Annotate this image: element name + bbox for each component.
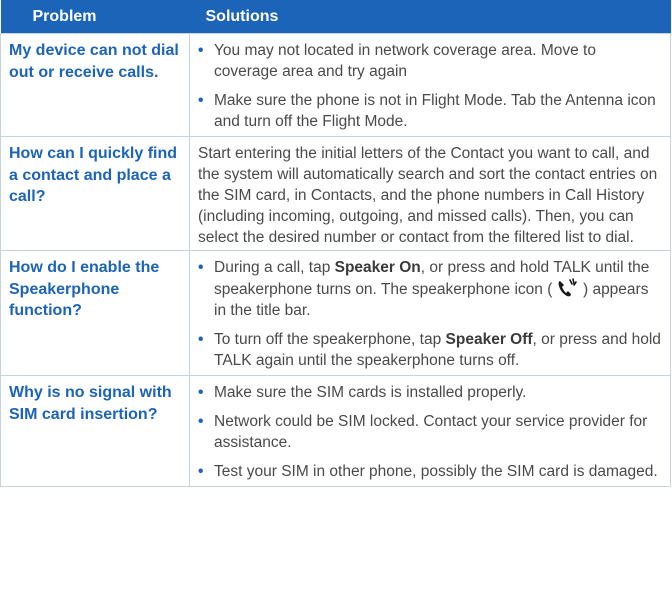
list-item: • Network could be SIM locked. Contact y… bbox=[198, 411, 664, 453]
list-item: • Test your SIM in other phone, possibly… bbox=[198, 461, 664, 482]
solution-cell: • During a call, tap Speaker On, or pres… bbox=[189, 250, 671, 376]
solution-text: Network could be SIM locked. Contact you… bbox=[214, 413, 648, 451]
solution-text-pre: To turn off the speakerphone, tap bbox=[214, 331, 446, 348]
speaker-on-label: Speaker On bbox=[334, 259, 421, 276]
solution-paragraph: Start entering the initial letters of th… bbox=[198, 145, 658, 246]
list-item: • To turn off the speakerphone, tap Spea… bbox=[198, 329, 664, 371]
solution-list: • You may not located in network coverag… bbox=[198, 40, 664, 132]
solution-list: • During a call, tap Speaker On, or pres… bbox=[198, 257, 664, 371]
bullet-icon: • bbox=[198, 331, 204, 348]
solution-text-pre: During a call, tap bbox=[214, 259, 335, 276]
faq-page: Problem Solutions My device can not dial… bbox=[0, 0, 672, 600]
list-item: • During a call, tap Speaker On, or pres… bbox=[198, 257, 664, 321]
header-solutions: Solutions bbox=[189, 0, 671, 34]
speaker-off-label: Speaker Off bbox=[445, 331, 533, 348]
solution-cell: • Make sure the SIM cards is installed p… bbox=[189, 375, 671, 487]
table-row: How do I enable the Speakerphone functio… bbox=[0, 250, 671, 376]
problem-cell: Why is no signal with SIM card insertion… bbox=[0, 375, 190, 487]
table-row: Why is no signal with SIM card insertion… bbox=[0, 375, 671, 487]
bullet-icon: • bbox=[198, 92, 204, 109]
solution-text: Test your SIM in other phone, possibly t… bbox=[214, 463, 658, 480]
table-row: My device can not dial out or receive ca… bbox=[0, 33, 671, 137]
solution-text: You may not located in network coverage … bbox=[214, 42, 596, 80]
problem-cell: How can I quickly find a contact and pla… bbox=[0, 136, 190, 251]
solution-cell: • You may not located in network coverag… bbox=[189, 33, 671, 137]
table-row: How can I quickly find a contact and pla… bbox=[0, 136, 671, 251]
list-item: • Make sure the phone is not in Flight M… bbox=[198, 90, 664, 132]
table-header-row: Problem Solutions bbox=[0, 0, 671, 34]
bullet-icon: • bbox=[198, 42, 204, 59]
solution-list: • Make sure the SIM cards is installed p… bbox=[198, 382, 664, 482]
bullet-icon: • bbox=[198, 259, 204, 276]
troubleshooting-table: Problem Solutions My device can not dial… bbox=[0, 0, 671, 487]
bullet-icon: • bbox=[198, 413, 204, 430]
bullet-icon: • bbox=[198, 384, 204, 401]
speakerphone-icon bbox=[557, 278, 579, 298]
bullet-icon: • bbox=[198, 463, 204, 480]
header-problem: Problem bbox=[0, 0, 190, 34]
list-item: • Make sure the SIM cards is installed p… bbox=[198, 382, 664, 403]
list-item: • You may not located in network coverag… bbox=[198, 40, 664, 82]
solution-text: Make sure the SIM cards is installed pro… bbox=[214, 384, 527, 401]
solution-text: Make sure the phone is not in Flight Mod… bbox=[214, 92, 656, 130]
solution-cell: Start entering the initial letters of th… bbox=[189, 136, 671, 251]
problem-cell: My device can not dial out or receive ca… bbox=[0, 33, 190, 137]
problem-cell: How do I enable the Speakerphone functio… bbox=[0, 250, 190, 376]
